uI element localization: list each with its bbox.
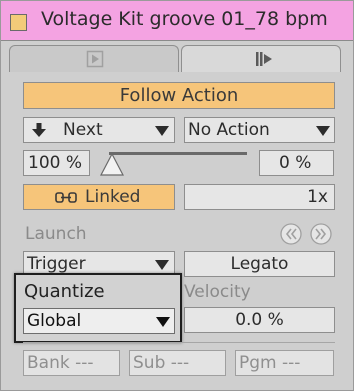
quantize-value: Global xyxy=(27,311,82,331)
chance-b-value: 0 % xyxy=(279,153,312,173)
quantize-dropdown[interactable]: Global xyxy=(23,308,175,334)
launch-tab-icon xyxy=(256,52,272,66)
sub-value: Sub --- xyxy=(133,353,190,373)
velocity-field[interactable]: 0.0 % xyxy=(184,307,335,333)
clip-title: Voltage Kit groove 01_78 bpm xyxy=(41,8,328,30)
launch-label: Launch xyxy=(25,224,87,244)
follow-action-a-dropdown[interactable]: Next xyxy=(23,117,175,143)
pgm-field[interactable]: Pgm --- xyxy=(235,350,334,376)
chevron-down-icon xyxy=(156,317,170,327)
legato-button[interactable]: Legato xyxy=(184,251,335,277)
bank-value: Bank --- xyxy=(27,353,94,373)
bank-field[interactable]: Bank --- xyxy=(23,350,120,376)
nudge-forward-icon[interactable] xyxy=(310,223,332,245)
chance-a-value: 100 % xyxy=(28,153,83,173)
divider xyxy=(23,342,335,343)
nudge-back-icon[interactable] xyxy=(280,223,302,245)
pgm-value: Pgm --- xyxy=(239,353,301,373)
quantize-label: Quantize xyxy=(24,281,105,302)
linked-label: Linked xyxy=(85,187,141,207)
chance-a-field[interactable]: 100 % xyxy=(23,150,90,176)
link-icon xyxy=(55,192,77,203)
chance-b-field[interactable]: 0 % xyxy=(259,150,334,176)
nudge-buttons xyxy=(280,223,332,245)
slider-handle-icon[interactable] xyxy=(100,153,124,176)
chance-slider[interactable] xyxy=(97,151,247,177)
follow-action-header: Follow Action xyxy=(23,82,335,109)
clip-color-swatch[interactable] xyxy=(10,14,27,31)
clip-launch-panel: Voltage Kit groove 01_78 bpm Follow Acti… xyxy=(0,0,354,391)
multiplier-value: 1x xyxy=(307,187,328,207)
chevron-down-icon xyxy=(155,126,169,136)
chevron-down-icon xyxy=(316,126,330,136)
follow-action-b-dropdown[interactable]: No Action xyxy=(184,117,335,143)
follow-action-multiplier[interactable]: 1x xyxy=(184,184,335,210)
clip-tab-icon xyxy=(86,50,104,68)
sub-field[interactable]: Sub --- xyxy=(129,350,226,376)
linked-toggle[interactable]: Linked xyxy=(23,184,175,210)
chevron-down-icon xyxy=(155,260,169,270)
quantize-section: Quantize Global xyxy=(14,273,182,343)
velocity-label: Velocity xyxy=(184,282,251,302)
follow-action-a-value: Next xyxy=(63,120,103,140)
chance-slider-track xyxy=(109,152,247,155)
follow-action-b-value: No Action xyxy=(188,120,270,140)
tab-launch[interactable] xyxy=(181,45,341,72)
arrow-down-icon xyxy=(32,123,46,137)
tab-clip[interactable] xyxy=(9,45,179,72)
